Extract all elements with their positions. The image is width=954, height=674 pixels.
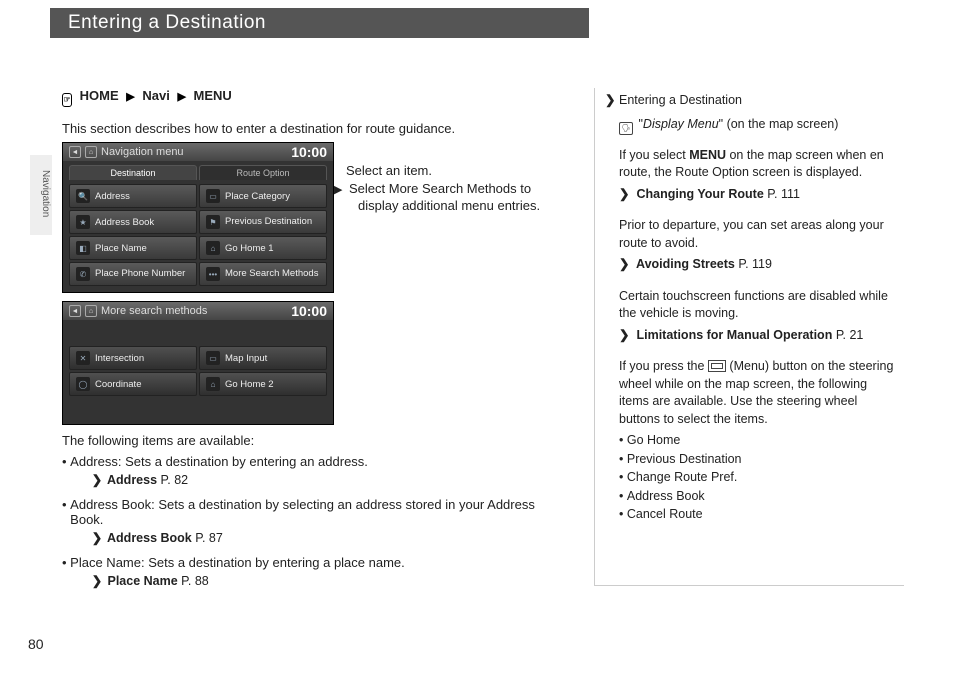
breadcrumb-menu: MENU: [194, 88, 232, 103]
list-item: • Place Name: Sets a destination by ente…: [62, 555, 572, 570]
btn-address-book: ★Address Book: [69, 210, 197, 234]
btn-intersection: ✕Intersection: [69, 346, 197, 370]
voice-icon: 🗣: [619, 122, 633, 135]
list-item: • Previous Destination: [619, 451, 896, 469]
xref-address: ❯ Address P. 82: [90, 472, 572, 487]
list-item: • Address Book: Sets a destination by se…: [62, 497, 572, 527]
btn-place-category: ▭Place Category: [199, 184, 327, 208]
xref-icon: ❯: [90, 573, 104, 588]
page-title: Entering a Destination: [68, 12, 266, 34]
sidebar-para: Certain touchscreen functions are disabl…: [619, 288, 896, 323]
instr-line1: Select an item.: [346, 162, 568, 180]
home-icon: ⌂: [206, 241, 220, 255]
globe-icon: ◯: [76, 377, 90, 391]
page-title-bar: Entering a Destination: [50, 8, 589, 38]
list-item: • Address Book: [619, 488, 896, 506]
back-icon: ◄: [69, 146, 81, 158]
phone-icon: ✆: [76, 267, 90, 281]
home-small-icon: ⌂: [85, 146, 97, 158]
side-tab-label: Navigation: [40, 170, 51, 217]
btn-place-name: ◧Place Name: [69, 236, 197, 260]
menu-button-icon: [708, 360, 726, 372]
sidebar-notes: ❯Entering a Destination 🗣 "Display Menu"…: [594, 88, 904, 586]
voice-command: 🗣 "Display Menu" (on the map screen): [619, 116, 896, 135]
intersection-icon: ✕: [76, 351, 90, 365]
btn-go-home-1: ⌂Go Home 1: [199, 236, 327, 260]
btn-previous-destination: ⚑Previous Destination: [199, 210, 327, 234]
screen1-title: Navigation menu: [101, 146, 184, 158]
search-icon: 🔍: [76, 189, 90, 203]
sidebar-para: If you press the (Menu) button on the st…: [619, 358, 896, 428]
hand-icon: ☞: [62, 93, 72, 107]
page-number: 80: [28, 636, 44, 652]
btn-place-phone: ✆Place Phone Number: [69, 262, 197, 286]
home-icon: ⌂: [206, 377, 220, 391]
list-item: • Address: Sets a destination by enterin…: [62, 454, 572, 469]
instruction-block: Select an item. ▶Select More Search Meth…: [346, 162, 568, 215]
xref-place-name: ❯ Place Name P. 88: [90, 573, 572, 588]
btn-more-search: •••More Search Methods: [199, 262, 327, 286]
flag-icon: ⚑: [206, 215, 220, 229]
screen1-clock: 10:00: [291, 144, 327, 160]
list-item: • Cancel Route: [619, 506, 896, 524]
available-items: The following items are available: • Add…: [62, 433, 572, 588]
list-item: • Change Route Pref.: [619, 469, 896, 487]
list-item: • Go Home: [619, 432, 896, 450]
folder-icon: ▭: [206, 189, 220, 203]
btn-map-input: ▭Map Input: [199, 346, 327, 370]
xref-icon: ❯: [619, 327, 633, 345]
sidebar-list: • Go Home • Previous Destination • Chang…: [619, 432, 896, 524]
tab-destination: Destination: [69, 165, 197, 180]
xref-avoiding-streets: ❯ Avoiding Streets P. 119: [619, 256, 896, 274]
home-small-icon: ⌂: [85, 305, 97, 317]
sidebar-para: If you select MENU on the map screen whe…: [619, 147, 896, 182]
xref-icon: ❯: [90, 472, 104, 487]
xref-address-book: ❯ Address Book P. 87: [90, 530, 572, 545]
breadcrumb-navi: Navi: [142, 88, 169, 103]
star-icon: ★: [76, 215, 90, 229]
btn-go-home-2: ⌂Go Home 2: [199, 372, 327, 396]
breadcrumb-home: HOME: [80, 88, 119, 103]
chevron-right-icon: ▶: [126, 90, 134, 103]
xref-limitations: ❯ Limitations for Manual Operation P. 21: [619, 327, 896, 345]
btn-address: 🔍Address: [69, 184, 197, 208]
screen2-clock: 10:00: [291, 303, 327, 319]
xref-icon: ❯: [619, 186, 633, 204]
chevron-right-icon: ▶: [177, 90, 185, 103]
nav-menu-screenshot: ◄ ⌂ Navigation menu 10:00 Destination Ro…: [62, 142, 334, 293]
intro-text: This section describes how to enter a de…: [62, 121, 572, 136]
more-icon: •••: [206, 267, 220, 281]
sidebar-para: Prior to departure, you can set areas al…: [619, 217, 896, 252]
xref-icon: ❯: [619, 256, 633, 274]
btn-coordinate: ◯Coordinate: [69, 372, 197, 396]
note-icon: ❯: [605, 92, 619, 110]
sidebar-title: ❯Entering a Destination: [605, 92, 896, 110]
xref-changing-route: ❯ Changing Your Route P. 111: [619, 186, 896, 204]
breadcrumb: ☞ HOME ▶ Navi ▶ MENU: [62, 88, 572, 107]
map-icon: ▭: [206, 351, 220, 365]
xref-icon: ❯: [90, 530, 104, 545]
tab-route-option: Route Option: [199, 165, 327, 180]
screen2-title: More search methods: [101, 305, 207, 317]
available-header: The following items are available:: [62, 433, 572, 448]
more-search-screenshot: ◄ ⌂ More search methods 10:00 ✕Intersect…: [62, 301, 334, 425]
tag-icon: ◧: [76, 241, 90, 255]
back-icon: ◄: [69, 305, 81, 317]
